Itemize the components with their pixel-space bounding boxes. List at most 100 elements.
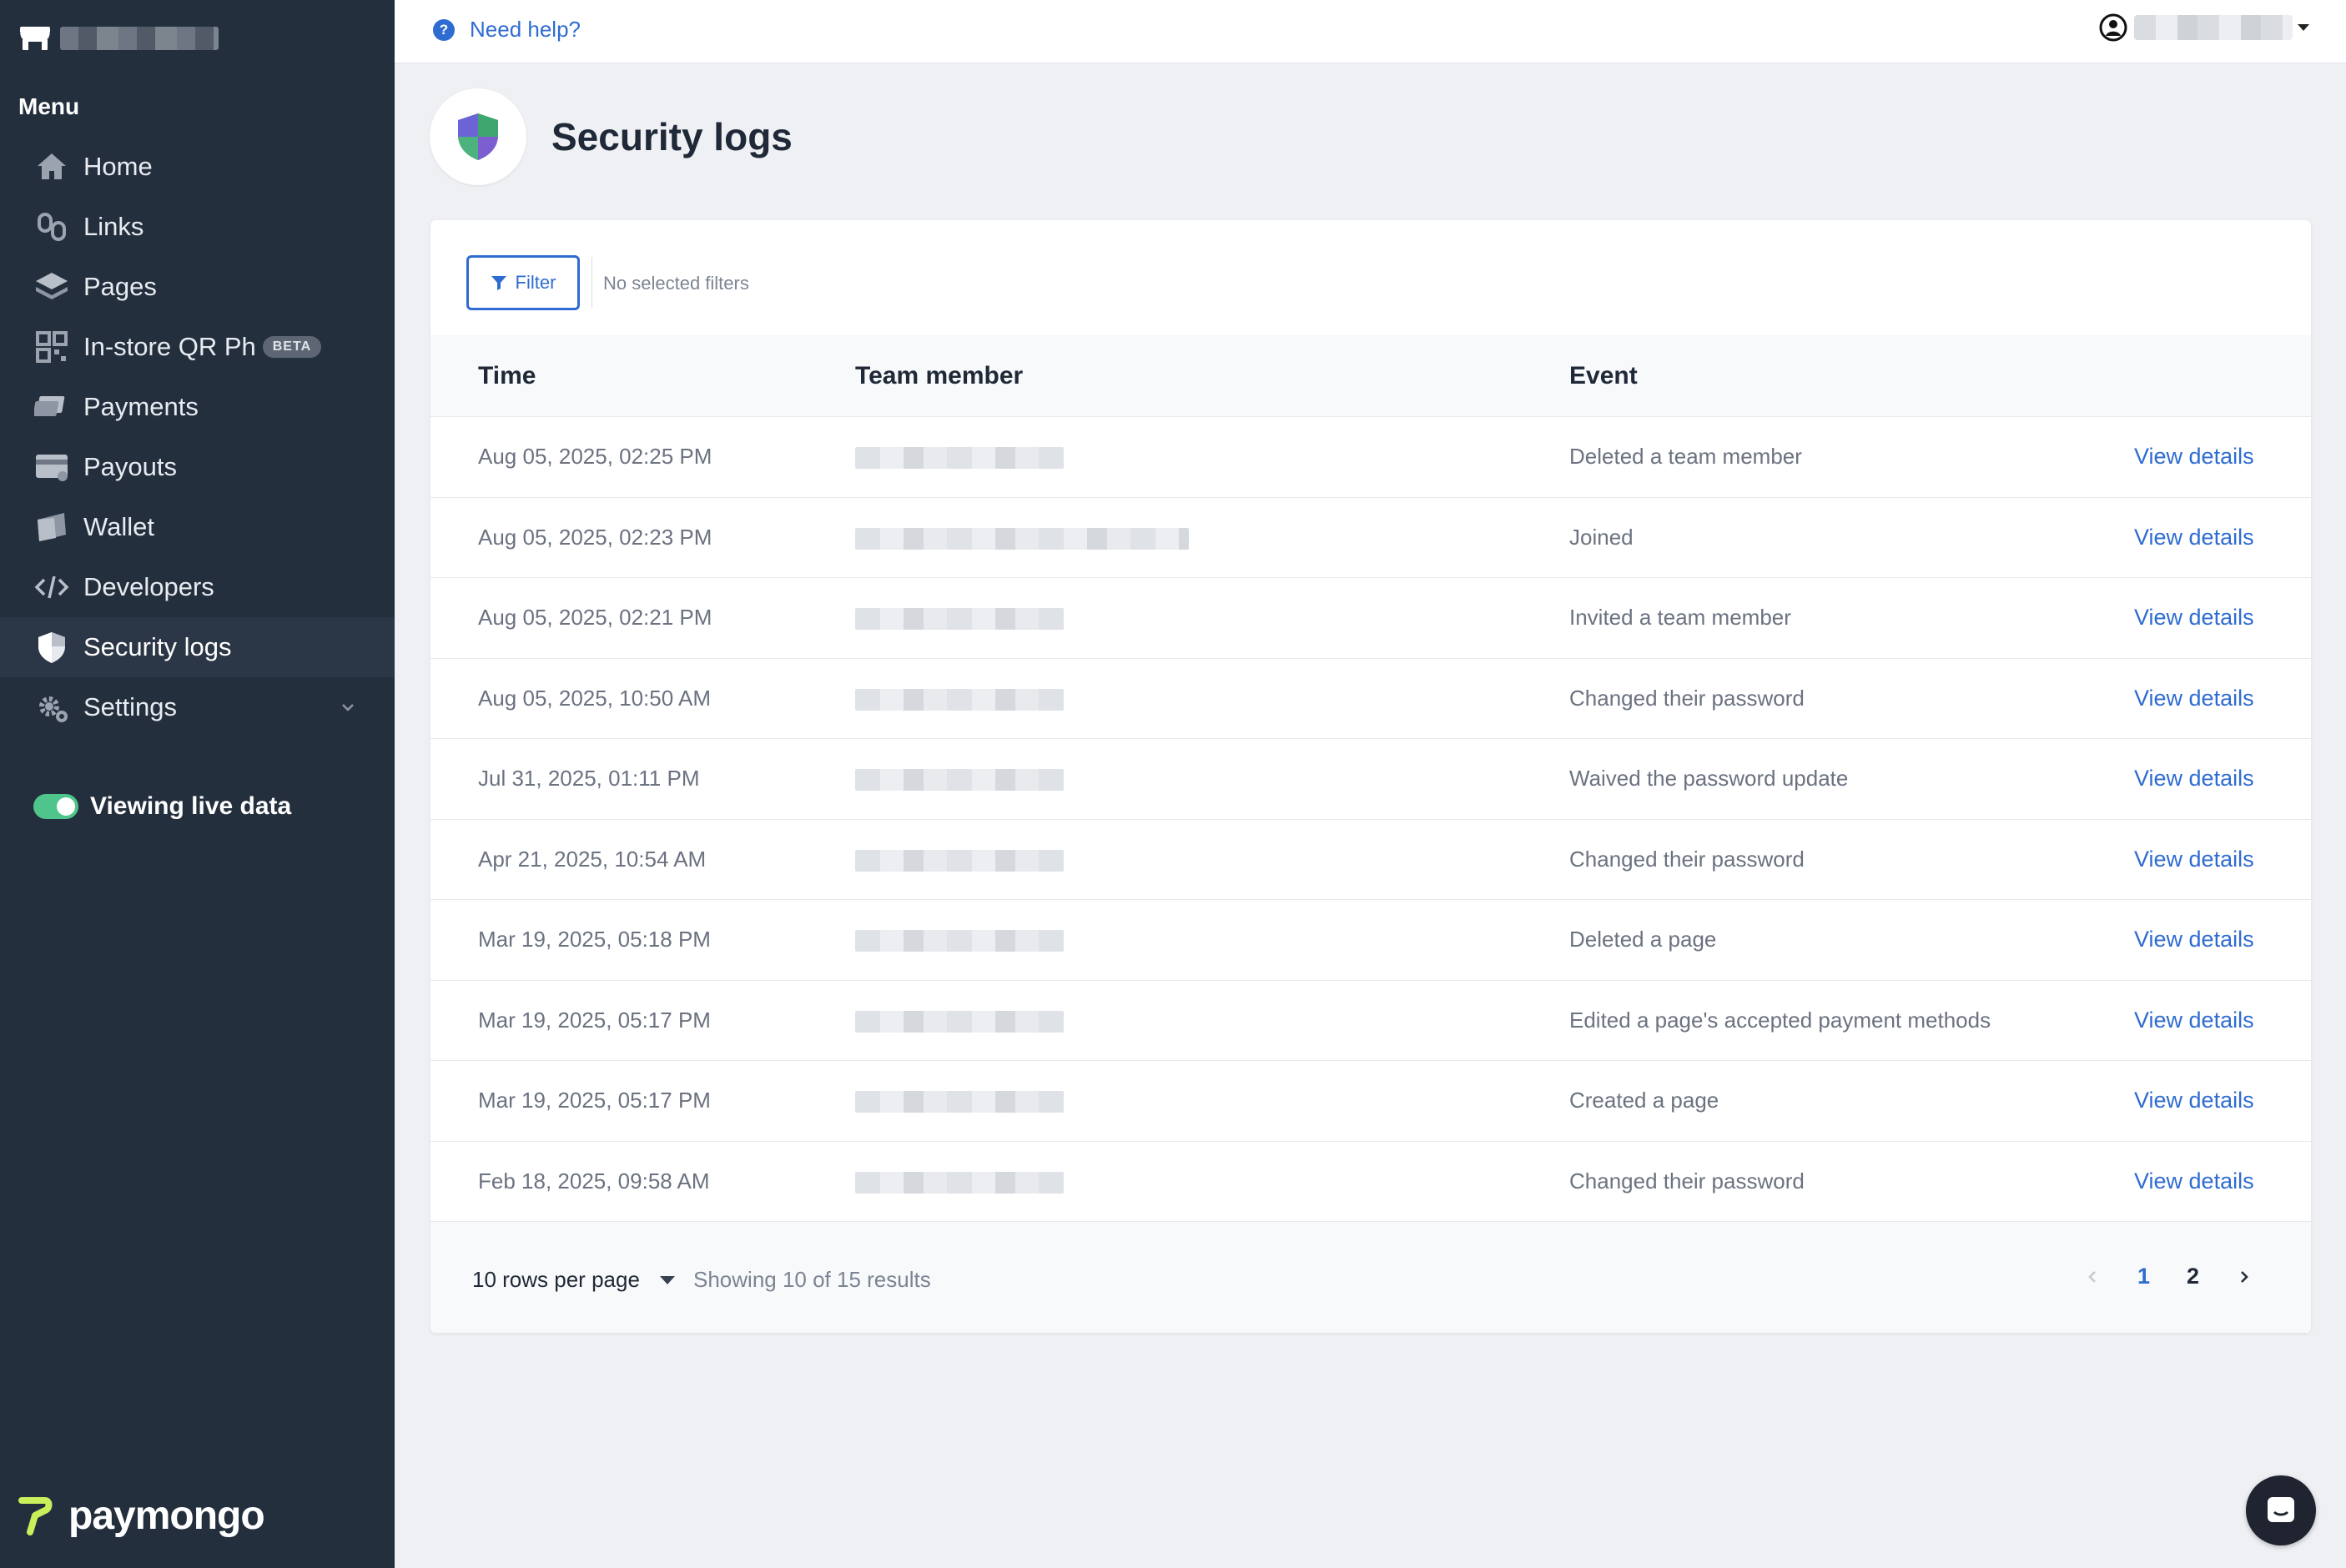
table-row: Aug 05, 2025, 02:21 PM Invited a team mem… (430, 578, 2311, 659)
page-1-button[interactable]: 1 (2137, 1264, 2150, 1289)
sidebar-item-wallet[interactable]: Wallet (0, 497, 395, 557)
results-summary: Showing 10 of 15 results (693, 1267, 931, 1292)
view-details-link[interactable]: View details (2134, 1168, 2254, 1194)
sidebar-item-payments[interactable]: Payments (0, 377, 395, 437)
pages-icon (33, 269, 70, 305)
code-icon (33, 569, 70, 606)
sidebar-item-label: Security logs (83, 632, 232, 661)
security-logs-card: Filter No selected filters Time Team mem… (430, 220, 2311, 1333)
store-icon (20, 27, 50, 50)
security-shield-icon (458, 113, 498, 160)
need-help-link[interactable]: ? Need help? (433, 17, 581, 43)
wallet-icon (33, 509, 70, 545)
prev-page-icon[interactable] (2084, 1269, 2101, 1285)
cell-event: Changed their password (1569, 685, 1805, 711)
filter-button-label: Filter (515, 272, 556, 293)
view-details-link[interactable]: View details (2134, 1008, 2254, 1033)
view-details-link[interactable]: View details (2134, 605, 2254, 631)
sidebar-item-home[interactable]: Home (0, 137, 395, 197)
sidebar-item-pages[interactable]: Pages (0, 257, 395, 317)
table-row: Apr 21, 2025, 10:54 AM Changed their pass… (430, 820, 2311, 900)
menu-title: Menu (18, 93, 80, 119)
table-row: Mar 19, 2025, 05:18 PM Deleted a page View… (430, 900, 2311, 981)
cell-team-member-redacted (855, 688, 1064, 711)
table-row: Feb 18, 2025, 09:58 AM Changed their pass… (430, 1142, 2311, 1222)
sidebar-item-label: Pages (83, 272, 157, 301)
cell-team-member-redacted (855, 527, 1189, 550)
view-details-link[interactable]: View details (2134, 847, 2254, 872)
need-help-label: Need help? (470, 17, 581, 42)
chat-support-button[interactable] (2246, 1475, 2316, 1545)
gear-icon (33, 689, 70, 726)
table-body: Aug 05, 2025, 02:25 PM Deleted a team mem… (430, 417, 2311, 1222)
page-2-button[interactable]: 2 (2187, 1264, 2199, 1289)
payments-icon (33, 389, 70, 425)
chat-icon (2268, 1497, 2294, 1522)
page-header: Security logs (430, 88, 793, 185)
help-icon: ? (433, 18, 455, 41)
cell-time: Apr 21, 2025, 10:54 AM (478, 846, 707, 872)
cell-time: Jul 31, 2025, 01:11 PM (478, 766, 700, 791)
live-data-toggle[interactable] (33, 794, 78, 819)
cell-event: Deleted a page (1569, 927, 1717, 952)
cell-event: Invited a team member (1569, 605, 1791, 630)
cell-event: Edited a page's accepted payment methods (1569, 1007, 1991, 1033)
view-details-link[interactable]: View details (2134, 525, 2254, 550)
cell-event: Waived the password update (1569, 766, 1849, 791)
sidebar-item-settings[interactable]: Settings (0, 677, 395, 737)
rows-per-page-select[interactable]: 10 rows per page (472, 1267, 675, 1293)
table-row: Mar 19, 2025, 05:17 PM Created a page View… (430, 1061, 2311, 1142)
cell-event: Deleted a team member (1569, 444, 1802, 469)
beta-badge: BETA (262, 336, 322, 358)
column-header-team-member: Team member (855, 362, 1024, 389)
qr-icon (33, 329, 70, 365)
sidebar-item-developers[interactable]: Developers (0, 557, 395, 617)
cell-team-member-redacted (855, 769, 1064, 791)
caret-down-icon (2298, 24, 2309, 31)
cell-time: Mar 19, 2025, 05:17 PM (478, 1088, 711, 1113)
payouts-icon (33, 449, 70, 485)
cell-team-member-redacted (855, 608, 1064, 630)
view-details-link[interactable]: View details (2134, 686, 2254, 711)
cell-time: Mar 19, 2025, 05:18 PM (478, 927, 711, 952)
cell-time: Feb 18, 2025, 09:58 AM (478, 1168, 710, 1194)
account-name-redacted (60, 27, 219, 50)
column-header-time: Time (478, 362, 536, 389)
sidebar-item-label: Developers (83, 572, 214, 601)
table-row: Mar 19, 2025, 05:17 PM Edited a page's ac… (430, 981, 2311, 1061)
cell-time: Mar 19, 2025, 05:17 PM (478, 1007, 711, 1033)
table-row: Aug 05, 2025, 10:50 AM Changed their pass… (430, 659, 2311, 739)
view-details-link[interactable]: View details (2134, 1088, 2254, 1113)
sidebar-item-security-logs[interactable]: Security logs (0, 617, 395, 677)
caret-down-icon (659, 1275, 675, 1284)
top-bar: ? Need help? (395, 0, 2346, 63)
sidebar-item-label: Home (83, 152, 153, 181)
filter-button[interactable]: Filter (466, 255, 580, 310)
user-menu[interactable] (2099, 13, 2309, 42)
view-details-link[interactable]: View details (2134, 766, 2254, 792)
live-data-toggle-row[interactable]: Viewing live data (33, 792, 291, 821)
shield-icon (33, 629, 70, 666)
cell-team-member-redacted (855, 447, 1064, 469)
sidebar-item-instore-qr[interactable]: In-store QR Ph BETA (0, 317, 395, 377)
table-row: Aug 05, 2025, 02:23 PM Joined View details (430, 498, 2311, 578)
sidebar-item-payouts[interactable]: Payouts (0, 437, 395, 497)
sidebar-item-label: Payouts (83, 452, 178, 481)
home-icon (33, 148, 70, 185)
view-details-link[interactable]: View details (2134, 927, 2254, 952)
cell-time: Aug 05, 2025, 02:23 PM (478, 524, 712, 550)
cell-time: Aug 05, 2025, 02:21 PM (478, 605, 712, 630)
next-page-icon[interactable] (2236, 1269, 2253, 1285)
view-details-link[interactable]: View details (2134, 444, 2254, 470)
cell-time: Aug 05, 2025, 02:25 PM (478, 444, 712, 469)
table-footer: 10 rows per page Showing 10 of 15 result… (430, 1221, 2311, 1333)
cell-team-member-redacted (855, 849, 1064, 872)
chevron-down-icon[interactable] (340, 699, 356, 716)
sidebar-item-links[interactable]: Links (0, 197, 395, 257)
pagination: 1 2 (2084, 1264, 2253, 1289)
store-switcher[interactable] (18, 22, 219, 55)
cell-team-member-redacted (855, 1171, 1064, 1194)
page-title: Security logs (551, 115, 793, 158)
security-shield-badge (430, 88, 526, 185)
sidebar-item-label: Settings (83, 692, 178, 721)
